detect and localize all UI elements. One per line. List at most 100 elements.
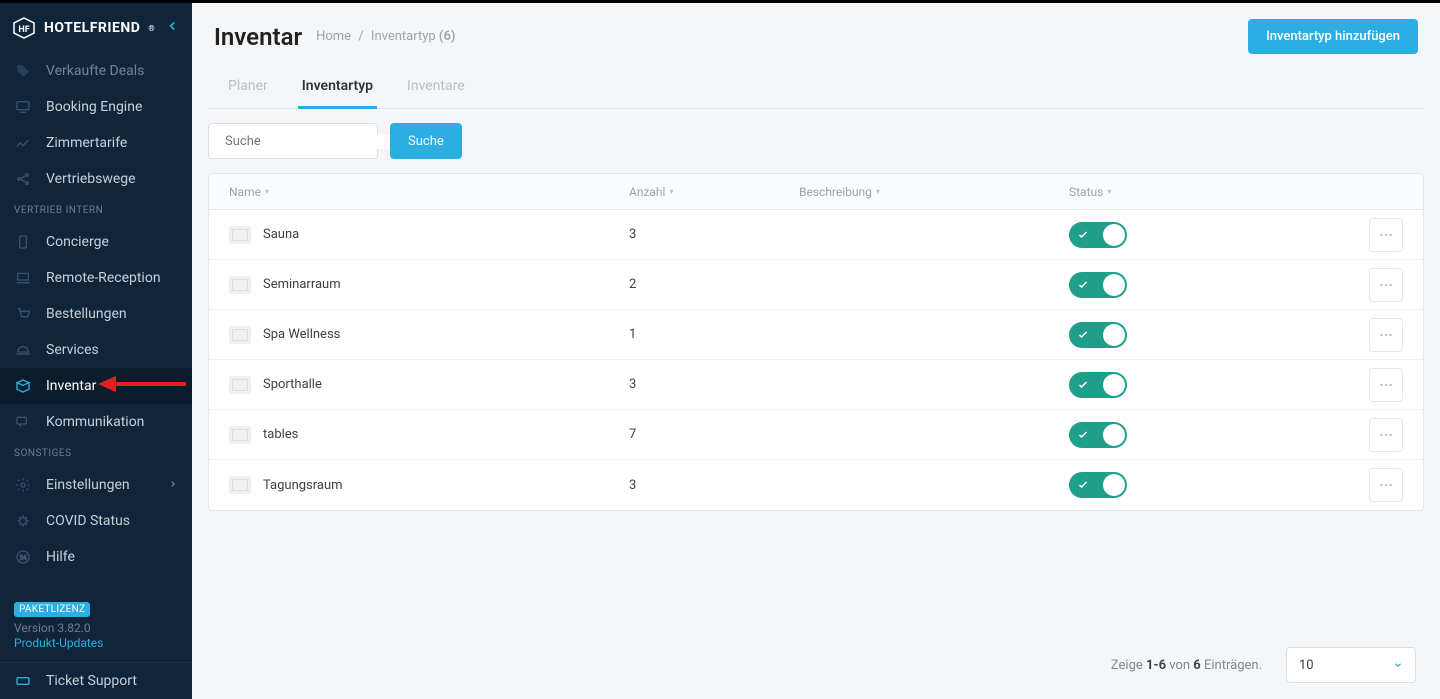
check-icon bbox=[1077, 279, 1089, 291]
row-actions-button[interactable] bbox=[1369, 368, 1403, 402]
search-button[interactable]: Suche bbox=[390, 123, 462, 159]
sort-icon: ▾ bbox=[1107, 187, 1111, 196]
table-header: Name▾ Anzahl▾ Beschreibung▾ Status▾ bbox=[209, 174, 1423, 210]
breadcrumb-current: Inventartyp bbox=[371, 29, 436, 44]
column-desc[interactable]: Beschreibung▾ bbox=[779, 185, 1049, 199]
row-actions-button[interactable] bbox=[1369, 218, 1403, 252]
sidebar-item-zimmertarife[interactable]: Zimmertarife bbox=[0, 125, 192, 161]
sidebar-item-hilfe[interactable]: 24 Hilfe bbox=[0, 539, 192, 575]
row-name: Sauna bbox=[263, 227, 299, 242]
pagination: Zeige 1-6 von 6 Einträgen. 10 bbox=[192, 631, 1440, 699]
box-icon bbox=[14, 377, 32, 395]
version-text: Version 3.82.0 bbox=[14, 621, 178, 635]
tab-planer[interactable]: Planer bbox=[224, 66, 272, 109]
sidebar-item-ticket-support[interactable]: Ticket Support bbox=[0, 662, 192, 699]
collapse-sidebar-icon[interactable] bbox=[166, 19, 180, 37]
sidebar-item-bestellungen[interactable]: Bestellungen bbox=[0, 296, 192, 332]
sidebar-item-verkaufte-deals[interactable]: Verkaufte Deals bbox=[0, 53, 192, 89]
more-icon bbox=[1378, 227, 1394, 243]
breadcrumb-home[interactable]: Home bbox=[316, 29, 351, 44]
status-toggle[interactable] bbox=[1069, 222, 1127, 248]
cell-actions bbox=[1349, 418, 1423, 452]
sidebar-footer: PAKETLIZENZ Version 3.82.0 Produkt-Updat… bbox=[0, 591, 192, 650]
thumbnail-icon bbox=[229, 376, 251, 394]
status-toggle[interactable] bbox=[1069, 272, 1127, 298]
sidebar-section-vertrieb-intern: VERTRIEB INTERN bbox=[0, 197, 192, 224]
search-field-wrap[interactable] bbox=[208, 123, 378, 159]
page-header: Inventar Home / Inventartyp (6) Inventar… bbox=[192, 3, 1440, 66]
sidebar-item-label: Hilfe bbox=[46, 549, 75, 565]
help-icon: 24 bbox=[14, 548, 32, 566]
search-input[interactable] bbox=[225, 134, 391, 149]
nodes-icon bbox=[14, 170, 32, 188]
sidebar-item-inventar[interactable]: Inventar bbox=[0, 368, 192, 404]
add-inventartyp-button[interactable]: Inventartyp hinzufügen bbox=[1248, 19, 1418, 54]
cell-status bbox=[1049, 422, 1349, 448]
cell-count: 3 bbox=[609, 478, 779, 493]
cell-name: Seminarraum bbox=[209, 276, 609, 294]
status-toggle[interactable] bbox=[1069, 422, 1127, 448]
row-actions-button[interactable] bbox=[1369, 468, 1403, 502]
sidebar-item-concierge[interactable]: Concierge bbox=[0, 224, 192, 260]
cell-actions bbox=[1349, 468, 1423, 502]
sidebar-item-einstellungen[interactable]: Einstellungen bbox=[0, 467, 192, 503]
cell-status bbox=[1049, 372, 1349, 398]
tab-inventare[interactable]: Inventare bbox=[403, 66, 469, 109]
sidebar-item-label: Zimmertarife bbox=[46, 135, 127, 151]
row-name: Spa Wellness bbox=[263, 327, 340, 342]
sidebar-item-covid-status[interactable]: COVID Status bbox=[0, 503, 192, 539]
sidebar-item-services[interactable]: Services bbox=[0, 332, 192, 368]
status-toggle[interactable] bbox=[1069, 322, 1127, 348]
status-toggle[interactable] bbox=[1069, 472, 1127, 498]
desk-icon bbox=[14, 269, 32, 287]
check-icon bbox=[1077, 479, 1089, 491]
sidebar-section-sonstiges: SONSTIGES bbox=[0, 440, 192, 467]
table-row[interactable]: Seminarraum2 bbox=[209, 260, 1423, 310]
sidebar-item-booking-engine[interactable]: Booking Engine bbox=[0, 89, 192, 125]
sidebar-item-label: COVID Status bbox=[46, 513, 130, 529]
sidebar-item-label: Ticket Support bbox=[46, 673, 137, 689]
sidebar-item-remote-reception[interactable]: Remote-Reception bbox=[0, 260, 192, 296]
table-row[interactable]: Spa Wellness1 bbox=[209, 310, 1423, 360]
cell-count: 3 bbox=[609, 227, 779, 242]
column-count[interactable]: Anzahl▾ bbox=[609, 185, 779, 199]
row-actions-button[interactable] bbox=[1369, 318, 1403, 352]
row-actions-button[interactable] bbox=[1369, 268, 1403, 302]
cart-icon bbox=[14, 305, 32, 323]
column-name[interactable]: Name▾ bbox=[209, 185, 609, 199]
cell-name: tables bbox=[209, 426, 609, 444]
table-row[interactable]: Sporthalle3 bbox=[209, 360, 1423, 410]
brand-logo-icon: HF bbox=[12, 16, 36, 40]
table-row[interactable]: tables7 bbox=[209, 410, 1423, 460]
thumbnail-icon bbox=[229, 226, 251, 244]
tabs: Planer Inventartyp Inventare bbox=[208, 66, 1424, 109]
status-toggle[interactable] bbox=[1069, 372, 1127, 398]
page-size-value: 10 bbox=[1299, 658, 1314, 673]
sidebar-item-kommunikation[interactable]: Kommunikation bbox=[0, 404, 192, 440]
row-name: Seminarraum bbox=[263, 277, 341, 292]
inventory-table: Name▾ Anzahl▾ Beschreibung▾ Status▾ Saun… bbox=[208, 173, 1424, 511]
cell-status bbox=[1049, 272, 1349, 298]
main-content: Inventar Home / Inventartyp (6) Inventar… bbox=[192, 3, 1440, 699]
sidebar-item-label: Bestellungen bbox=[46, 306, 127, 322]
brand-name: HOTELFRIEND bbox=[44, 20, 140, 36]
page-size-select[interactable]: 10 bbox=[1286, 647, 1416, 683]
product-updates-link[interactable]: Produkt-Updates bbox=[14, 636, 178, 650]
row-name: Sporthalle bbox=[263, 377, 322, 392]
dish-icon bbox=[14, 341, 32, 359]
cell-status bbox=[1049, 322, 1349, 348]
phone-icon bbox=[14, 233, 32, 251]
sidebar-item-vertriebswege[interactable]: Vertriebswege bbox=[0, 161, 192, 197]
column-status[interactable]: Status▾ bbox=[1049, 185, 1349, 199]
monitor-icon bbox=[14, 98, 32, 116]
table-row[interactable]: Tagungsraum3 bbox=[209, 460, 1423, 510]
row-actions-button[interactable] bbox=[1369, 418, 1403, 452]
row-name: tables bbox=[263, 427, 298, 442]
check-icon bbox=[1077, 229, 1089, 241]
table-row[interactable]: Sauna 3 bbox=[209, 210, 1423, 260]
chevron-right-icon bbox=[168, 477, 178, 493]
more-icon bbox=[1378, 377, 1394, 393]
brand: HF HOTELFRIEND® bbox=[0, 3, 192, 53]
sidebar-nav: Verkaufte Deals Booking Engine Zimmertar… bbox=[0, 53, 192, 591]
tab-inventartyp[interactable]: Inventartyp bbox=[298, 66, 377, 109]
